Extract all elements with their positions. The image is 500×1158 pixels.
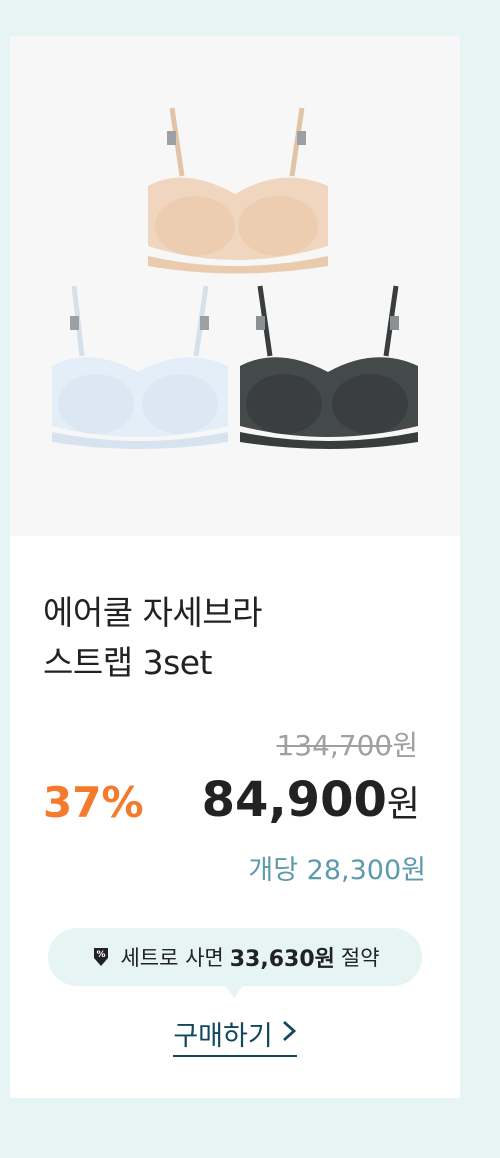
savings-suffix: 절약 bbox=[340, 946, 380, 970]
svg-text:%: % bbox=[97, 950, 106, 960]
product-card[interactable]: 에어쿨 자세브라 스트랩 3set 134,700원 37% 84,900원 개… bbox=[10, 36, 460, 1098]
sale-price-value: 84,900 bbox=[201, 772, 387, 828]
buy-link-wrapper: 구매하기 bbox=[10, 1014, 460, 1057]
beige-bra bbox=[148, 107, 328, 274]
product-title[interactable]: 에어쿨 자세브라 스트랩 3set bbox=[43, 588, 443, 688]
original-price-unit: 원 bbox=[392, 729, 418, 762]
per-unit-price: 개당 28,300원 bbox=[248, 855, 426, 886]
discount-tag-icon: % bbox=[90, 946, 112, 968]
discount-rate: 37% bbox=[43, 778, 144, 827]
product-image[interactable] bbox=[10, 36, 460, 536]
bra-set-illustration bbox=[52, 107, 418, 449]
product-title-line2: 스트랩 3set bbox=[43, 643, 213, 682]
original-price: 134,700원 bbox=[276, 724, 418, 764]
sale-price-unit: 원 bbox=[386, 784, 420, 825]
dark-grey-bra bbox=[240, 285, 418, 449]
savings-prefix: 세트로 사면 bbox=[120, 946, 224, 970]
product-title-line1: 에어쿨 자세브라 bbox=[43, 593, 263, 632]
savings-amount: 33,630원 bbox=[229, 947, 335, 972]
buy-label: 구매하기 bbox=[173, 1021, 273, 1052]
chevron-right-icon bbox=[281, 1020, 297, 1048]
sale-price: 84,900원 bbox=[202, 772, 420, 828]
buy-button[interactable]: 구매하기 bbox=[173, 1014, 297, 1057]
original-price-value: 134,700 bbox=[276, 729, 393, 762]
light-blue-bra bbox=[52, 285, 228, 449]
bubble-tail bbox=[225, 985, 243, 998]
set-savings-bubble: % 세트로 사면 33,630원 절약 bbox=[48, 928, 422, 998]
